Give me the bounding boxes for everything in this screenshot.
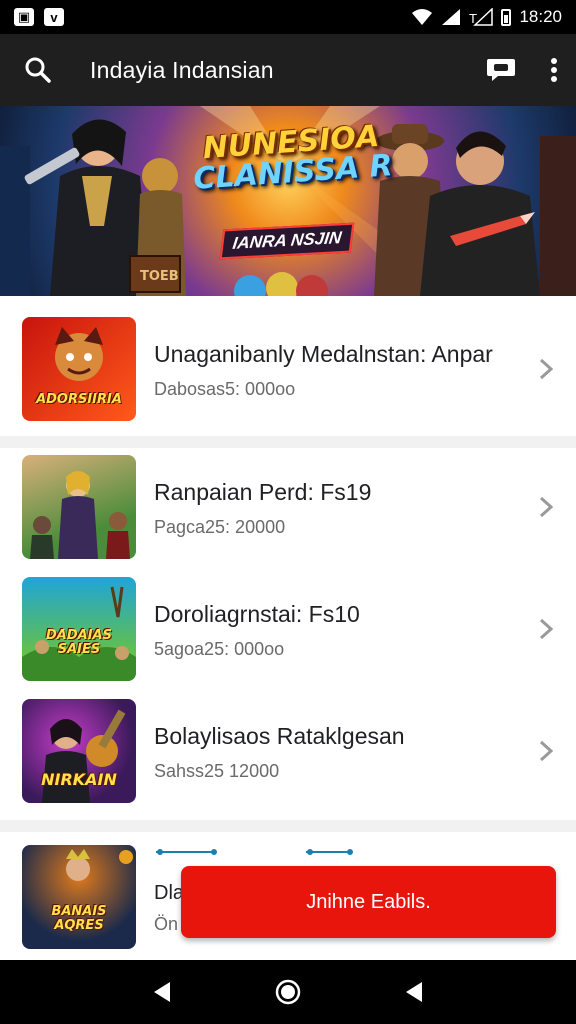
chevron-right-icon [526,740,566,762]
list-item[interactable]: Ranpaian Perd: Fs19 Pagca25: 20000 [0,450,576,564]
battery-icon [501,8,512,26]
banner-title: NUNESIOA CLANISSA R [190,119,394,197]
list-item-subtitle: Dabosas5: 000oo [154,378,296,399]
notification-icon: ▣ [14,8,34,26]
list-item-title: Doroliagrnstai: Fs10 [154,600,360,627]
chevron-right-icon [526,358,566,380]
game-thumbnail: DADAIAS SAIES [22,577,136,681]
section-divider [0,436,576,448]
game-thumbnail: NIRKAIN [22,699,136,803]
game-thumbnail: BANAIS AQRES [22,845,136,949]
game-thumbnail [22,455,136,559]
cta-button[interactable]: Jnihne Eabils. [181,866,556,938]
list-item-title: Dla [154,882,185,904]
status-bar: ▣ v T 18:20 [0,0,576,34]
navigation-bar [0,960,576,1024]
list-item-subtitle: Sahss25 12000 [154,760,280,781]
svg-text:T: T [469,11,477,26]
thumb-label: ADORSIIRIA [36,392,122,407]
back-icon[interactable] [152,981,172,1003]
promo-banner[interactable]: TOEB NUNESIOA CLANISSA R IANRA NSJIN [0,106,576,296]
home-icon[interactable] [275,979,301,1005]
no-signal-icon: T [469,8,494,26]
chat-icon[interactable] [486,57,516,83]
signal-icon [442,9,461,25]
back-icon[interactable] [404,981,424,1003]
thumb-label: NIRKAIN [41,770,117,789]
list-item[interactable]: ADORSIIRIA Unaganibanly Medalnstan: Anpa… [0,306,576,432]
chevron-right-icon [526,496,566,518]
status-time: 18:20 [519,7,562,26]
wifi-icon [412,9,433,25]
section-divider [0,820,576,832]
loading-dots [156,849,353,855]
app-title: Indayia Indansian [90,56,274,83]
chevron-right-icon [526,618,566,640]
list-item[interactable]: NIRKAIN Bolaylisaos Rataklgesan Sahss25 … [0,694,576,808]
list-item-subtitle: Pagca25: 20000 [154,516,286,537]
game-thumbnail: ADORSIIRIA [22,317,136,421]
app-bar: Indayia Indansian [0,34,576,106]
list-item-title: Unaganibanly Medalnstan: Anpar [154,340,493,367]
list-item[interactable]: DADAIAS SAIES Doroliagrnstai: Fs10 5agoa… [0,574,576,684]
list-item-subtitle: Ön [154,914,179,934]
search-icon[interactable] [24,56,52,84]
notification-icon: v [44,8,64,26]
thumb-label: BANAIS AQRES [51,904,107,933]
list-item-subtitle: 5agoa25: 000oo [154,638,285,659]
more-vert-icon[interactable] [550,57,558,83]
list-item-title: Bolaylisaos Rataklgesan [154,722,405,749]
crate-label: TOEB [140,269,179,284]
thumb-label: DADAIAS SAIES [46,628,112,657]
list-item-title: Ranpaian Perd: Fs19 [154,478,372,505]
